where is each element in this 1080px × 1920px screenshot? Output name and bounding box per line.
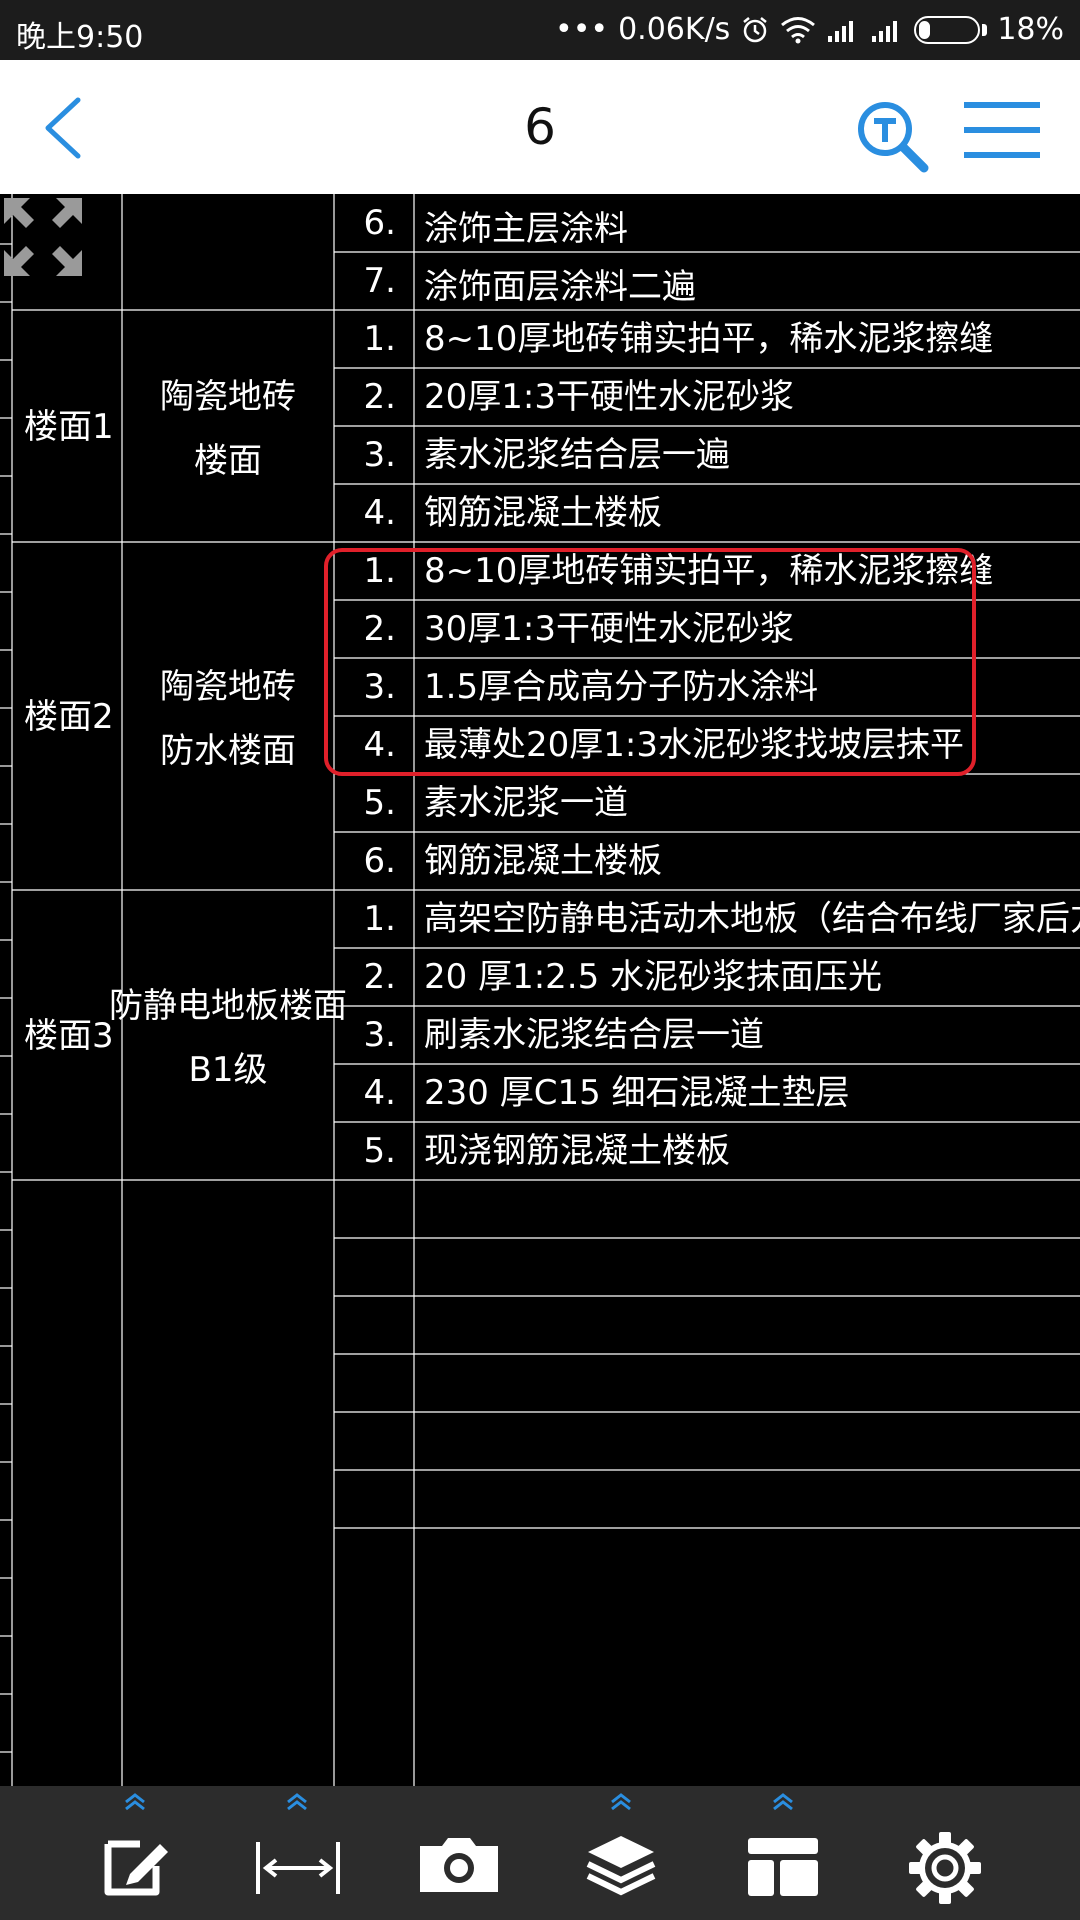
expand-up-icon (611, 1793, 631, 1811)
group-code: 楼面1 (24, 407, 114, 447)
row-number: 4. (364, 493, 396, 533)
row-text: 涂饰主层涂料 (424, 209, 628, 249)
annotate-tool[interactable] (80, 1786, 190, 1920)
alarm-icon (743, 16, 768, 42)
layers-tool[interactable] (566, 1786, 676, 1920)
row-text: 现浇钢筋混凝土楼板 (424, 1131, 730, 1171)
status-right: ••• 0.06K/s 18% (555, 12, 1064, 47)
status-bar: 晚上9:50 ••• 0.06K/s 18% (0, 0, 1080, 60)
settings-tool[interactable] (890, 1786, 1000, 1920)
layers-icon (586, 1836, 656, 1896)
app-header: 6 (0, 60, 1080, 194)
group-code: 楼面3 (24, 1016, 114, 1056)
row-number: 4. (364, 725, 396, 765)
battery-tip (982, 23, 988, 36)
row-number: 2. (364, 957, 396, 997)
battery-icon (914, 15, 981, 44)
row-text: 8~10厚地砖铺实拍平，稀水泥浆擦缝 (424, 319, 993, 359)
row-text: 高架空防静电活动木地板（结合布线厂家后方可施 (424, 899, 1080, 939)
group-name: B1级 (189, 1050, 268, 1090)
row-number: 1. (364, 551, 396, 591)
layout-tool[interactable] (728, 1786, 838, 1920)
row-text: 涂饰面层涂料二遍 (424, 267, 696, 307)
measure-tool[interactable] (242, 1786, 352, 1920)
row-number: 7. (364, 261, 396, 301)
menu-icon[interactable] (964, 100, 1040, 160)
row-number: 4. (364, 1073, 396, 1113)
row-text: 钢筋混凝土楼板 (424, 493, 662, 533)
edit-icon (104, 1840, 168, 1896)
group-code: 楼面2 (24, 697, 114, 737)
row-text: 最薄处20厚1:3水泥砂浆找坡层抹平 (424, 725, 964, 765)
group-name: 陶瓷地砖 (160, 377, 296, 417)
row-number: 3. (364, 435, 396, 475)
battery-percent: 18% (997, 12, 1064, 47)
gear-icon (909, 1832, 981, 1904)
bottom-toolbar (0, 1786, 1080, 1920)
layout-icon (748, 1838, 818, 1896)
group-name: 陶瓷地砖 (160, 667, 296, 707)
row-text: 20 厚1:2.5 水泥砂浆抹面压光 (424, 957, 882, 997)
expand-up-icon (287, 1793, 307, 1811)
cad-table: 6. 涂饰主层涂料 7. 涂饰面层涂料二遍 1. 8~10厚地砖铺实拍平，稀水泥浆擦缝 2.… (0, 194, 1080, 1786)
row-text: 230 厚C15 细石混凝土垫层 (424, 1073, 850, 1113)
signal-icon (828, 20, 854, 42)
signal-icon (872, 20, 898, 42)
row-text: 素水泥浆一道 (424, 783, 628, 823)
row-number: 6. (364, 203, 396, 243)
group-name: 防水楼面 (160, 731, 296, 771)
row-text: 8~10厚地砖铺实拍平，稀水泥浆擦缝 (424, 551, 993, 591)
fullscreen-icon[interactable] (0, 194, 86, 280)
drawing-canvas[interactable]: 6. 涂饰主层涂料 7. 涂饰面层涂料二遍 1. 8~10厚地砖铺实拍平，稀水泥浆擦缝 2.… (0, 194, 1080, 1786)
expand-up-icon (773, 1793, 793, 1811)
row-number: 3. (364, 1015, 396, 1055)
row-number: 1. (364, 319, 396, 359)
status-time: 晚上9:50 (16, 20, 144, 55)
row-number: 2. (364, 377, 396, 417)
camera-icon (420, 1838, 498, 1892)
measure-icon (256, 1842, 340, 1894)
row-number: 2. (364, 609, 396, 649)
network-speed: 0.06K/s (618, 12, 731, 47)
row-number: 5. (364, 1131, 396, 1171)
status-dots: ••• (555, 12, 609, 47)
row-text: 20厚1:3干硬性水泥砂浆 (424, 377, 794, 417)
row-text: 素水泥浆结合层一遍 (424, 435, 730, 475)
row-text: 钢筋混凝土楼板 (424, 841, 662, 881)
camera-tool[interactable] (404, 1786, 514, 1920)
row-text: 30厚1:3干硬性水泥砂浆 (424, 609, 794, 649)
row-number: 1. (364, 899, 396, 939)
row-text: 刷素水泥浆结合层一道 (424, 1015, 764, 1055)
text-search-icon[interactable] (852, 96, 932, 176)
row-number: 3. (364, 667, 396, 707)
group-name: 防静电地板楼面 (109, 986, 347, 1026)
expand-up-icon (125, 1793, 145, 1811)
group-name: 楼面 (194, 441, 262, 481)
row-text: 1.5厚合成高分子防水涂料 (424, 667, 818, 707)
row-number: 5. (364, 783, 396, 823)
wifi-icon (781, 16, 816, 43)
row-number: 6. (364, 841, 396, 881)
